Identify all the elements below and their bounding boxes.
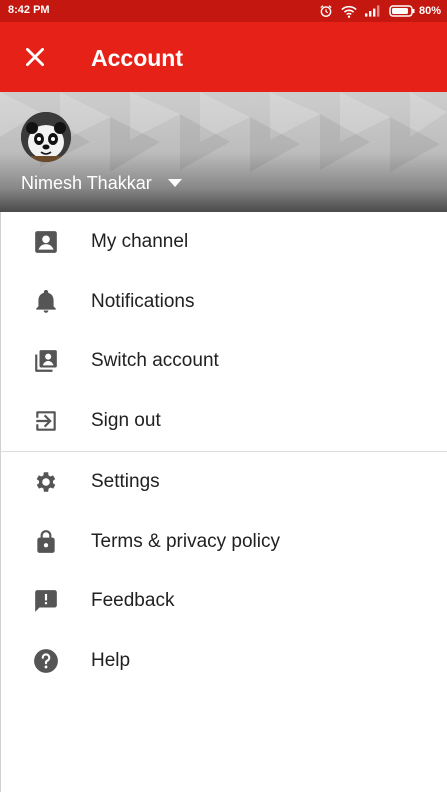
menu-label: Notifications — [91, 290, 195, 312]
menu-item-feedback[interactable]: Feedback — [0, 572, 447, 632]
menu-item-notifications[interactable]: Notifications — [0, 272, 447, 332]
menu-label: Terms & privacy policy — [91, 530, 280, 552]
menu-label: My channel — [91, 230, 189, 252]
dropdown-arrow-icon — [167, 179, 182, 187]
page-title: Account — [91, 45, 183, 71]
panda-avatar-image — [21, 112, 71, 162]
menu-label: Sign out — [91, 410, 161, 432]
menu-item-my-channel[interactable]: My channel — [0, 212, 447, 272]
lock-icon — [37, 529, 55, 553]
app-bar: Account — [0, 22, 447, 92]
status-time: 8:42 PM — [8, 4, 50, 16]
menu-label: Switch account — [91, 350, 219, 372]
menu-item-switch-account[interactable]: Switch account — [0, 332, 447, 392]
account-menu: My channel Notifications Switch account … — [0, 212, 447, 691]
menu-item-sign-out[interactable]: Sign out — [0, 391, 447, 451]
menu-item-terms-privacy[interactable]: Terms & privacy policy — [0, 512, 447, 572]
gear-icon — [36, 472, 56, 492]
account-switcher[interactable]: Nimesh Thakkar — [21, 172, 182, 194]
menu-label: Settings — [91, 470, 160, 492]
help-icon — [34, 649, 58, 674]
switch-account-icon — [35, 350, 57, 373]
alarm-icon — [320, 5, 332, 17]
banner-pattern — [0, 92, 447, 172]
account-banner: Nimesh Thakkar — [0, 92, 447, 212]
close-icon[interactable] — [22, 44, 48, 70]
status-icons: 80% — [319, 3, 441, 19]
sign-out-icon — [36, 411, 56, 431]
menu-label: Help — [91, 650, 131, 672]
menu-item-settings[interactable]: Settings — [0, 452, 447, 512]
bell-icon — [36, 289, 56, 313]
battery-icon — [389, 5, 415, 17]
feedback-icon — [35, 590, 57, 613]
wifi-icon — [341, 5, 357, 18]
menu-label: Feedback — [91, 590, 175, 612]
battery-percent: 80% — [418, 5, 441, 17]
account-name: Nimesh Thakkar — [21, 173, 152, 193]
menu-item-help[interactable]: Help — [0, 631, 447, 691]
status-bar: 8:42 PM 80% — [0, 0, 447, 22]
account-box-icon — [35, 231, 57, 253]
avatar[interactable] — [21, 112, 71, 162]
signal-icon — [364, 5, 380, 17]
